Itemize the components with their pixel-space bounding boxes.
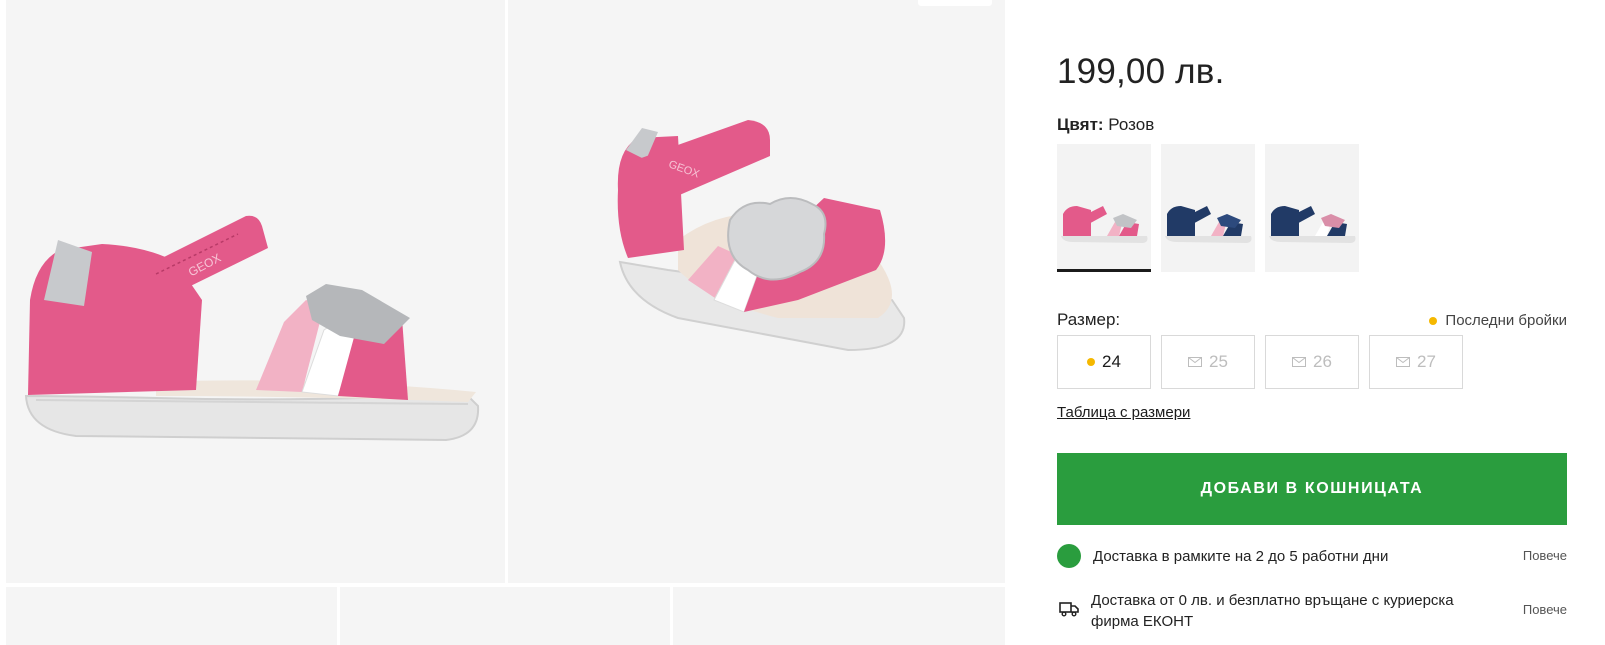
navy-pink-sandal-thumbnail: [1165, 206, 1252, 243]
product-thumbnail-3[interactable]: [673, 587, 1005, 645]
delivery-cost-text: Доставка от 0 лв. и безплатно връщане с …: [1091, 592, 1454, 630]
truck-icon: [1059, 602, 1079, 617]
product-thumbnail-1[interactable]: [6, 587, 337, 645]
size-option-25[interactable]: 25: [1161, 335, 1255, 389]
product-image-front[interactable]: GEOX: [508, 0, 1005, 583]
sandal-front-view-image: GEOX: [617, 120, 906, 352]
envelope-icon: [1188, 357, 1203, 367]
size-option-label: 27: [1417, 352, 1436, 371]
color-swatch-navy-white[interactable]: [1265, 144, 1359, 272]
delivery-cost-row: Доставка от 0 лв. и безплатно връщане с …: [1057, 590, 1567, 632]
color-swatch-navy-pink[interactable]: [1161, 144, 1255, 272]
delivery-cost-more-link[interactable]: Повече: [1523, 602, 1567, 617]
size-option-27[interactable]: 27: [1369, 335, 1463, 389]
color-info: Цвят: Розов: [1057, 115, 1154, 135]
product-gallery: GEOX GEOX: [0, 0, 1005, 645]
size-header: Размер: Последни бройки: [1057, 310, 1567, 332]
size-table-link[interactable]: Таблица с размери: [1057, 404, 1190, 421]
color-swatch-pink[interactable]: [1057, 144, 1151, 272]
envelope-icon: [1396, 357, 1411, 367]
navy-white-sandal-thumbnail: [1269, 206, 1356, 243]
low-stock-dot-icon: [1429, 316, 1438, 325]
color-label: Цвят:: [1057, 115, 1104, 134]
size-option-24[interactable]: 24: [1057, 335, 1151, 389]
sandal-side-view-image: GEOX: [24, 215, 480, 442]
size-label: Размер:: [1057, 310, 1121, 329]
delivery-time-more-link[interactable]: Повече: [1523, 548, 1567, 563]
delivery-time-row: Доставка в рамките на 2 до 5 работни дни…: [1057, 544, 1567, 568]
envelope-icon: [1292, 357, 1307, 367]
color-swatches: [1057, 144, 1359, 272]
size-option-label: 26: [1313, 352, 1332, 371]
low-stock-dot-icon: [1087, 358, 1096, 366]
size-option-26[interactable]: 26: [1265, 335, 1359, 389]
product-thumbnail-2[interactable]: [340, 587, 670, 645]
product-details-panel: 199,00 лв. Цвят: Розов Размер: Последни …: [1057, 0, 1567, 645]
color-value: Розов: [1108, 115, 1155, 134]
size-option-label: 24: [1102, 352, 1121, 371]
gallery-top-tab: [918, 0, 992, 6]
product-price: 199,00 лв.: [1057, 52, 1225, 91]
add-to-cart-button[interactable]: ДОБАВИ В КОШНИЦАТА: [1057, 453, 1567, 525]
size-options: 24 25 26 27: [1057, 335, 1463, 389]
last-items-indicator: Последни бройки: [1429, 312, 1567, 329]
pink-sandal-thumbnail: [1061, 206, 1148, 243]
last-items-label: Последни бройки: [1445, 312, 1567, 329]
product-image-side[interactable]: GEOX: [6, 0, 505, 583]
delivery-time-text: Доставка в рамките на 2 до 5 работни дни: [1093, 548, 1389, 565]
delivery-status-dot-icon: [1057, 544, 1081, 568]
size-option-label: 25: [1209, 352, 1228, 371]
